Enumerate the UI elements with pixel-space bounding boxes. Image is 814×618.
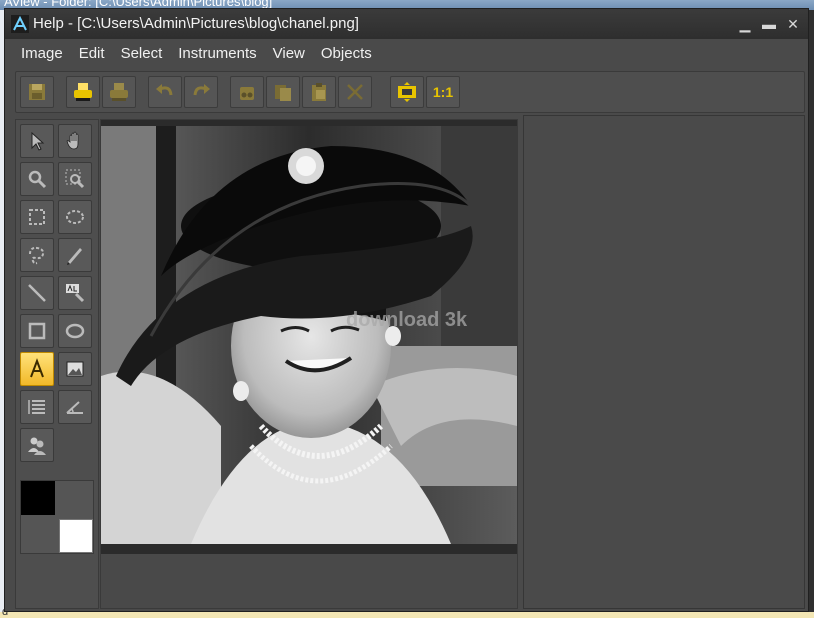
foreground-color-swatch[interactable] (21, 481, 55, 515)
lasso-tool[interactable] (20, 238, 54, 272)
print-icon (74, 83, 92, 101)
image-canvas[interactable]: download 3k (101, 126, 517, 544)
paste-icon (312, 83, 326, 101)
cut-button[interactable] (230, 76, 264, 108)
window-title: Help - [C:\Users\Admin\Pictures\blog\cha… (33, 15, 359, 32)
menubar: Image Edit Select Instruments View Objec… (5, 39, 808, 67)
background-window-footer: d (0, 606, 814, 618)
properties-panel (523, 115, 805, 609)
watermark-text: download 3k (346, 309, 468, 331)
app-icon (11, 15, 29, 33)
users-icon (28, 437, 46, 455)
zoom-icon (28, 170, 47, 189)
text-replace-icon (66, 284, 85, 303)
canvas-area[interactable]: download 3k (100, 119, 518, 609)
paste-button[interactable] (302, 76, 336, 108)
menu-instruments[interactable]: Instruments (170, 39, 264, 67)
ellipse-select-icon (66, 210, 84, 224)
actual-size-button[interactable]: 1:1 (426, 76, 460, 108)
close-button[interactable]: ✕ (784, 15, 802, 33)
ellipse-icon (65, 323, 85, 339)
minimize-button[interactable]: ▁ (736, 15, 754, 33)
zoom-tool[interactable] (20, 162, 54, 196)
copy-button[interactable] (266, 76, 300, 108)
pencil-tool[interactable] (58, 238, 92, 272)
text-replace-tool[interactable] (58, 276, 92, 310)
cut-icon (240, 87, 254, 100)
list-icon (28, 400, 45, 414)
undo-button[interactable] (148, 76, 182, 108)
image-tool[interactable] (58, 352, 92, 386)
rectangle-icon (28, 322, 46, 340)
undo-icon (156, 84, 173, 96)
save-button[interactable] (20, 76, 54, 108)
color-selector (20, 480, 94, 554)
pointer-icon (31, 131, 45, 151)
image-editor-window: Help - [C:\Users\Admin\Pictures\blog\cha… (4, 8, 809, 612)
redo-icon (193, 84, 210, 96)
users-tool[interactable] (20, 428, 54, 462)
delete-button[interactable] (338, 76, 372, 108)
ellipse-tool[interactable] (58, 314, 92, 348)
delete-icon (347, 84, 363, 100)
canvas-bottom-border (101, 544, 517, 554)
fit-window-icon (398, 82, 416, 102)
zoom-region-tool[interactable] (58, 162, 92, 196)
pointer-tool[interactable] (20, 124, 54, 158)
hand-icon (66, 131, 79, 150)
line-icon (28, 284, 46, 302)
tool-panel (15, 119, 99, 609)
toolbar: 1:1 (15, 71, 805, 113)
rect-select-tool[interactable] (20, 200, 54, 234)
angle-icon (66, 401, 83, 414)
menu-image[interactable]: Image (13, 39, 71, 67)
menu-view[interactable]: View (265, 39, 313, 67)
rectangle-tool[interactable] (20, 314, 54, 348)
print-preview-icon (110, 83, 128, 101)
background-color-swatch[interactable] (59, 519, 93, 553)
image-icon (66, 361, 84, 377)
list-tool[interactable] (20, 390, 54, 424)
save-icon (29, 84, 45, 100)
maximize-button[interactable]: ▬ (760, 15, 778, 33)
ellipse-select-tool[interactable] (58, 200, 92, 234)
text-tool[interactable] (20, 352, 54, 386)
redo-button[interactable] (184, 76, 218, 108)
print-button[interactable] (66, 76, 100, 108)
pencil-icon (67, 248, 82, 265)
titlebar[interactable]: Help - [C:\Users\Admin\Pictures\blog\cha… (5, 9, 808, 39)
rect-select-icon (29, 209, 45, 225)
print-preview-button[interactable] (102, 76, 136, 108)
text-tool-icon (30, 358, 44, 378)
portrait-photo: download 3k (101, 126, 517, 544)
line-tool[interactable] (20, 276, 54, 310)
hand-tool[interactable] (58, 124, 92, 158)
fit-window-button[interactable] (390, 76, 424, 108)
copy-icon (275, 85, 291, 101)
menu-objects[interactable]: Objects (313, 39, 380, 67)
menu-select[interactable]: Select (113, 39, 171, 67)
zoom-region-icon (65, 169, 85, 189)
menu-edit[interactable]: Edit (71, 39, 113, 67)
angle-tool[interactable] (58, 390, 92, 424)
lasso-icon (29, 246, 45, 265)
